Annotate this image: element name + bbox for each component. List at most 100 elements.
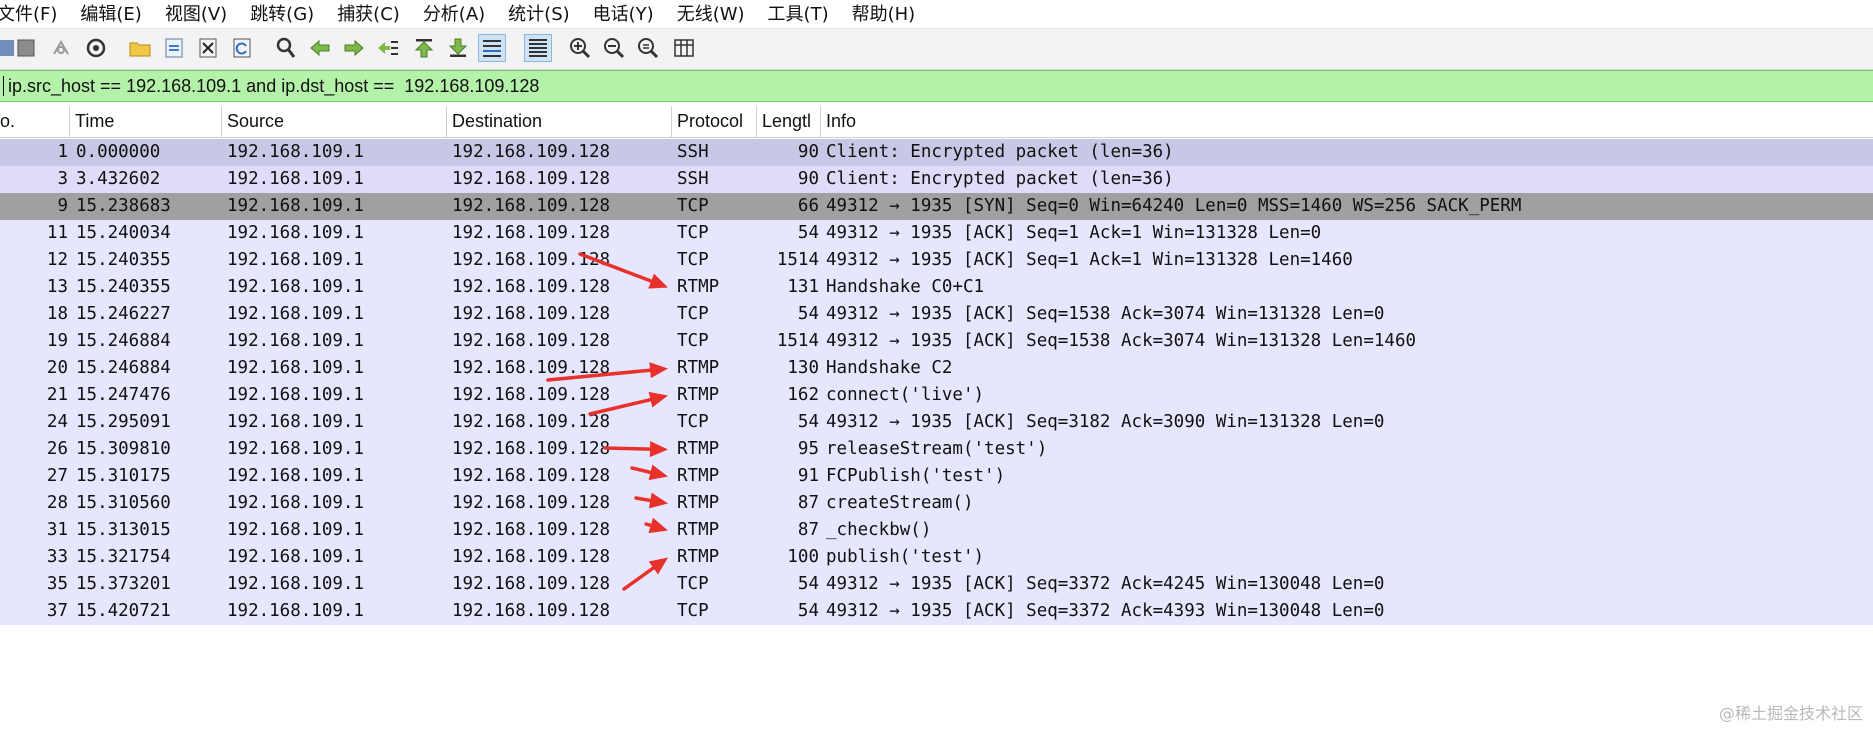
text-cursor bbox=[3, 76, 4, 96]
packet-len-cell: 54 bbox=[797, 223, 819, 243]
packet-dst-cell: 192.168.109.128 bbox=[452, 520, 611, 540]
menu-item[interactable]: 跳转(G) bbox=[239, 0, 326, 26]
packet-src-cell: 192.168.109.1 bbox=[227, 250, 364, 270]
packet-dst-cell: 192.168.109.128 bbox=[452, 196, 611, 216]
packet-src-cell: 192.168.109.1 bbox=[227, 439, 364, 459]
packet-no-cell: 12 bbox=[46, 250, 68, 270]
packet-len-cell: 131 bbox=[787, 277, 819, 297]
packet-time-cell: 15.309810 bbox=[76, 439, 171, 459]
packet-no-cell: 28 bbox=[46, 493, 68, 513]
go-back-icon[interactable] bbox=[306, 34, 334, 62]
packet-proto-cell: RTMP bbox=[677, 466, 720, 486]
packet-row[interactable]: 9 15.238683 192.168.109.1 192.168.109.128 TC… bbox=[0, 193, 1873, 220]
column-header-length[interactable]: Lengtl bbox=[757, 106, 821, 137]
packet-dst-cell: 192.168.109.128 bbox=[452, 304, 611, 324]
open-file-icon[interactable] bbox=[126, 34, 154, 62]
packet-no-cell: 13 bbox=[46, 277, 68, 297]
packet-row[interactable]: 27 15.310175 192.168.109.1 192.168.109.128 R… bbox=[0, 463, 1873, 490]
zoom-in-icon[interactable] bbox=[566, 34, 594, 62]
packet-row[interactable]: 19 15.246884 192.168.109.1 192.168.109.128 T… bbox=[0, 328, 1873, 355]
packet-row[interactable]: 33 15.321754 192.168.109.1 192.168.109.128 R… bbox=[0, 544, 1873, 571]
go-forward-icon[interactable] bbox=[340, 34, 368, 62]
menu-item[interactable]: 捕获(C) bbox=[326, 0, 412, 26]
column-header-info[interactable]: Info bbox=[821, 106, 1873, 137]
packet-time-cell: 15.310560 bbox=[76, 493, 171, 513]
menu-item[interactable]: 统计(S) bbox=[497, 0, 581, 26]
packet-dst-cell: 192.168.109.128 bbox=[452, 331, 611, 351]
packet-src-cell: 192.168.109.1 bbox=[227, 547, 364, 567]
packet-len-cell: 1514 bbox=[776, 331, 819, 351]
packet-row[interactable]: 12 15.240355 192.168.109.1 192.168.109.128 T… bbox=[0, 247, 1873, 274]
packet-dst-cell: 192.168.109.128 bbox=[452, 412, 611, 432]
packet-row[interactable]: 18 15.246227 192.168.109.1 192.168.109.128 T… bbox=[0, 301, 1873, 328]
menu-item[interactable]: 分析(A) bbox=[412, 0, 497, 26]
packet-time-cell: 15.238683 bbox=[76, 196, 171, 216]
auto-scroll-icon[interactable] bbox=[478, 34, 506, 62]
column-header-protocol[interactable]: Protocol bbox=[672, 106, 757, 137]
packet-row[interactable]: 13 15.240355 192.168.109.1 192.168.109.128 R… bbox=[0, 274, 1873, 301]
packet-row[interactable]: 31 15.313015 192.168.109.1 192.168.109.128 R… bbox=[0, 517, 1873, 544]
restart-capture-icon[interactable] bbox=[47, 34, 75, 62]
packet-len-cell: 90 bbox=[797, 169, 819, 189]
packet-row[interactable]: 3 3.432602 192.168.109.1 192.168.109.128 SSH… bbox=[0, 166, 1873, 193]
menu-item[interactable]: 电话(Y) bbox=[582, 0, 666, 26]
go-first-icon[interactable] bbox=[410, 34, 438, 62]
packet-proto-cell: RTMP bbox=[677, 520, 720, 540]
packet-info-cell: 49312 → 1935 [ACK] Seq=3372 Ack=4393 Win… bbox=[826, 601, 1385, 621]
find-packet-icon[interactable] bbox=[272, 34, 300, 62]
packet-row[interactable]: 26 15.309810 192.168.109.1 192.168.109.128 R… bbox=[0, 436, 1873, 463]
menu-item[interactable]: 帮助(H) bbox=[841, 0, 928, 26]
display-filter-bar[interactable]: ip.src_host == 192.168.109.1 and ip.dst_… bbox=[0, 70, 1873, 102]
packet-proto-cell: RTMP bbox=[677, 385, 720, 405]
packet-src-cell: 192.168.109.1 bbox=[227, 520, 364, 540]
packet-dst-cell: 192.168.109.128 bbox=[452, 250, 611, 270]
packet-info-cell: 49312 → 1935 [ACK] Seq=3372 Ack=4245 Win… bbox=[826, 574, 1385, 594]
go-to-packet-icon[interactable] bbox=[374, 34, 402, 62]
packet-proto-cell: SSH bbox=[677, 142, 709, 162]
packet-row[interactable]: 28 15.310560 192.168.109.1 192.168.109.128 R… bbox=[0, 490, 1873, 517]
resize-columns-icon[interactable] bbox=[670, 34, 698, 62]
column-header-no[interactable]: o. bbox=[0, 106, 70, 137]
packet-info-cell: releaseStream('test') bbox=[826, 439, 1048, 459]
column-header-source[interactable]: Source bbox=[222, 106, 447, 137]
close-file-icon[interactable] bbox=[194, 34, 222, 62]
packet-row[interactable]: 21 15.247476 192.168.109.1 192.168.109.128 R… bbox=[0, 382, 1873, 409]
capture-options-icon[interactable] bbox=[82, 34, 110, 62]
colorize-icon[interactable] bbox=[524, 34, 552, 62]
zoom-normal-icon[interactable] bbox=[634, 34, 662, 62]
packet-len-cell: 90 bbox=[797, 142, 819, 162]
column-header-time[interactable]: Time bbox=[70, 106, 222, 137]
packet-info-cell: Handshake C0+C1 bbox=[826, 277, 985, 297]
packet-proto-cell: TCP bbox=[677, 304, 709, 324]
reload-file-icon[interactable] bbox=[228, 34, 256, 62]
packet-proto-cell: TCP bbox=[677, 250, 709, 270]
go-last-icon[interactable] bbox=[444, 34, 472, 62]
packet-row[interactable]: 11 15.240034 192.168.109.1 192.168.109.128 T… bbox=[0, 220, 1873, 247]
menu-item[interactable]: 文件(F) bbox=[0, 0, 69, 26]
packet-no-cell: 31 bbox=[46, 520, 68, 540]
packet-row[interactable]: 35 15.373201 192.168.109.1 192.168.109.128 T… bbox=[0, 571, 1873, 598]
packet-len-cell: 100 bbox=[787, 547, 819, 567]
display-filter-input[interactable]: ip.src_host == 192.168.109.1 and ip.dst_… bbox=[8, 76, 539, 97]
main-toolbar bbox=[0, 28, 1873, 70]
packet-dst-cell: 192.168.109.128 bbox=[452, 277, 611, 297]
packet-info-cell: FCPublish('test') bbox=[826, 466, 1006, 486]
menu-item[interactable]: 无线(W) bbox=[666, 0, 757, 26]
menu-item[interactable]: 编辑(E) bbox=[69, 0, 153, 26]
save-file-icon[interactable] bbox=[160, 34, 188, 62]
packet-row[interactable]: 37 15.420721 192.168.109.1 192.168.109.128 T… bbox=[0, 598, 1873, 625]
packet-proto-cell: TCP bbox=[677, 601, 709, 621]
menu-item[interactable]: 工具(T) bbox=[757, 0, 841, 26]
stop-capture-icon[interactable] bbox=[12, 34, 40, 62]
menu-item[interactable]: 视图(V) bbox=[154, 0, 239, 26]
packet-row[interactable]: 1 0.000000 192.168.109.1 192.168.109.128 SSH… bbox=[0, 139, 1873, 166]
packet-len-cell: 54 bbox=[797, 304, 819, 324]
packet-row[interactable]: 20 15.246884 192.168.109.1 192.168.109.128 R… bbox=[0, 355, 1873, 382]
packet-no-cell: 1 bbox=[57, 142, 68, 162]
packet-info-cell: 49312 → 1935 [SYN] Seq=0 Win=64240 Len=0… bbox=[826, 196, 1522, 216]
packet-proto-cell: RTMP bbox=[677, 547, 720, 567]
column-header-destination[interactable]: Destination bbox=[447, 106, 672, 137]
zoom-out-icon[interactable] bbox=[600, 34, 628, 62]
packet-row[interactable]: 24 15.295091 192.168.109.1 192.168.109.128 T… bbox=[0, 409, 1873, 436]
packet-len-cell: 87 bbox=[797, 520, 819, 540]
